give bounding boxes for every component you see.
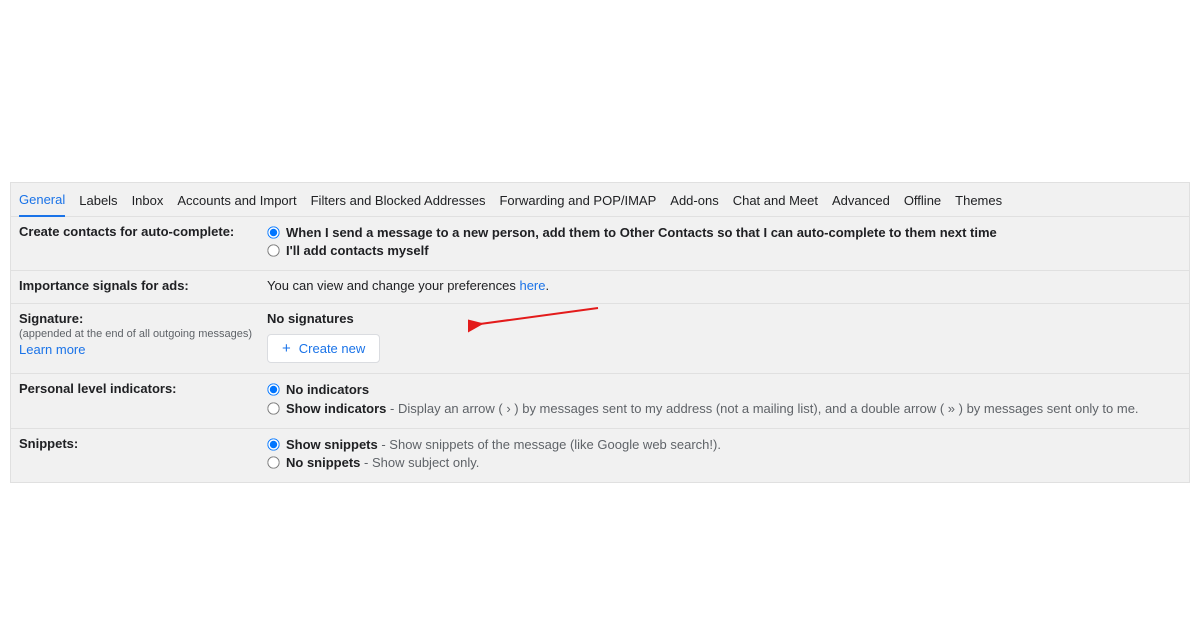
pli-option-show-desc: - Display an arrow ( › ) by messages sen…: [386, 401, 1138, 416]
snippets-option-show[interactable]: Show snippets - Show snippets of the mes…: [267, 436, 1181, 454]
contacts-option-auto[interactable]: When I send a message to a new person, a…: [267, 224, 1181, 242]
tab-advanced[interactable]: Advanced: [832, 191, 890, 216]
ads-text-pre: You can view and change your preferences: [267, 278, 519, 293]
pli-option-none[interactable]: No indicators: [267, 381, 1181, 399]
tab-filters-blocked[interactable]: Filters and Blocked Addresses: [311, 191, 486, 216]
ads-here-link[interactable]: here: [519, 278, 545, 293]
tab-labels[interactable]: Labels: [79, 191, 117, 216]
contacts-option-auto-label: When I send a message to a new person, a…: [286, 224, 997, 242]
radio-pli-show[interactable]: [267, 402, 279, 414]
settings-panel: General Labels Inbox Accounts and Import…: [10, 182, 1190, 483]
section-signature: Signature: (appended at the end of all o…: [11, 304, 1189, 374]
contacts-option-manual-label: I'll add contacts myself: [286, 242, 429, 260]
snippets-none-label: No snippets: [286, 455, 360, 470]
snippets-title: Snippets:: [19, 436, 267, 451]
pli-option-show[interactable]: Show indicators - Display an arrow ( › )…: [267, 400, 1181, 418]
section-create-contacts: Create contacts for auto-complete: When …: [11, 217, 1189, 271]
tab-themes[interactable]: Themes: [955, 191, 1002, 216]
radio-snippets-show[interactable]: [267, 438, 279, 450]
tab-chat-meet[interactable]: Chat and Meet: [733, 191, 818, 216]
radio-contacts-auto[interactable]: [267, 226, 279, 238]
no-signatures-text: No signatures: [267, 311, 1181, 326]
tab-addons[interactable]: Add-ons: [670, 191, 718, 216]
create-new-signature-button[interactable]: + Create new: [267, 334, 380, 363]
settings-tabs: General Labels Inbox Accounts and Import…: [11, 183, 1189, 217]
importance-ads-title: Importance signals for ads:: [19, 278, 267, 293]
pli-title: Personal level indicators:: [19, 381, 267, 396]
tab-inbox[interactable]: Inbox: [132, 191, 164, 216]
signature-subtitle: (appended at the end of all outgoing mes…: [19, 327, 267, 341]
tab-accounts-import[interactable]: Accounts and Import: [177, 191, 296, 216]
snippets-show-desc: - Show snippets of the message (like Goo…: [378, 437, 721, 452]
section-snippets: Snippets: Show snippets - Show snippets …: [11, 429, 1189, 482]
snippets-show-label: Show snippets: [286, 437, 378, 452]
create-new-label: Create new: [299, 341, 365, 356]
pli-option-show-label: Show indicators: [286, 401, 386, 416]
snippets-none-desc: - Show subject only.: [360, 455, 479, 470]
tab-general[interactable]: General: [19, 190, 65, 217]
ads-text-post: .: [546, 278, 550, 293]
plus-icon: +: [282, 341, 291, 356]
tab-forwarding-pop-imap[interactable]: Forwarding and POP/IMAP: [499, 191, 656, 216]
signature-learn-more-link[interactable]: Learn more: [19, 342, 85, 357]
snippets-option-none[interactable]: No snippets - Show subject only.: [267, 454, 1181, 472]
create-contacts-title: Create contacts for auto-complete:: [19, 224, 267, 239]
radio-pli-none[interactable]: [267, 384, 279, 396]
pli-option-none-label: No indicators: [286, 381, 369, 399]
tab-offline[interactable]: Offline: [904, 191, 941, 216]
signature-title: Signature:: [19, 311, 267, 326]
section-importance-ads: Importance signals for ads: You can view…: [11, 271, 1189, 304]
section-personal-level-indicators: Personal level indicators: No indicators…: [11, 374, 1189, 428]
radio-snippets-none[interactable]: [267, 456, 279, 468]
radio-contacts-manual[interactable]: [267, 245, 279, 257]
contacts-option-manual[interactable]: I'll add contacts myself: [267, 242, 1181, 260]
